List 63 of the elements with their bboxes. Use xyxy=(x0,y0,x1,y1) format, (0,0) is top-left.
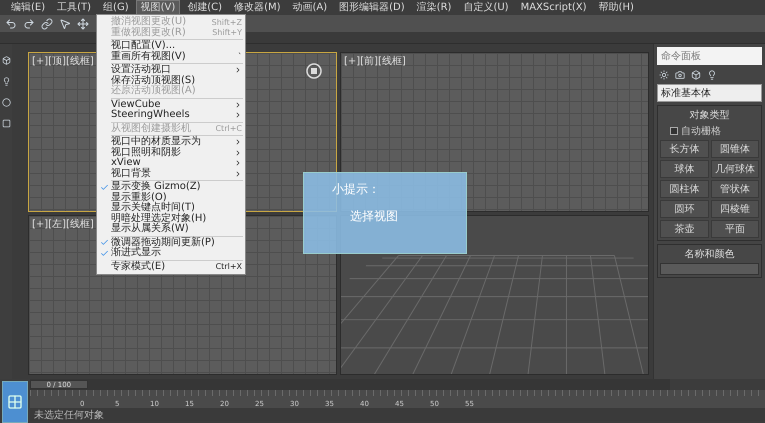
autogrid-label: 自动栅格 xyxy=(681,124,721,138)
viewport-label[interactable]: [+][左][线框] xyxy=(32,217,94,231)
name-field[interactable] xyxy=(660,263,759,275)
menu-entry[interactable]: 设置活动视口 xyxy=(97,65,245,76)
menu-item[interactable]: 帮助(H) xyxy=(594,0,639,16)
menu-entry[interactable]: 保存活动顶视图(S) xyxy=(97,76,245,86)
undo-icon[interactable] xyxy=(4,17,17,30)
primitive-button[interactable]: 茶壶 xyxy=(660,220,708,238)
redo-icon[interactable] xyxy=(22,17,35,30)
menu-entry[interactable]: 视口照明和阴影 xyxy=(97,148,245,158)
menu-entry[interactable]: 微调器拖动期间更新(P) xyxy=(97,238,245,248)
box-icon[interactable] xyxy=(689,68,702,81)
viewport-layout-button[interactable] xyxy=(2,381,28,423)
menu-entry[interactable]: 显示变换 Gizmo(Z) xyxy=(97,182,245,192)
circle-icon[interactable] xyxy=(0,96,12,109)
menu-entry[interactable]: 重画所有视图(V) ` xyxy=(97,52,245,62)
menu-entry[interactable]: xView xyxy=(97,158,245,168)
primitive-button[interactable]: 长方体 xyxy=(660,140,708,158)
menu-item[interactable]: 组(G) xyxy=(98,0,134,16)
menu-entry[interactable]: 渐进式显示 xyxy=(97,248,245,258)
rollout-title[interactable]: 对象类型 xyxy=(660,108,759,122)
menu-item[interactable]: 修改器(M) xyxy=(229,0,286,16)
menu-entry[interactable]: 显示从属关系(W) xyxy=(97,224,245,234)
primitive-button[interactable]: 圆柱体 xyxy=(660,180,708,198)
autogrid-checkbox[interactable] xyxy=(670,127,678,135)
menu-entry[interactable]: SteeringWheels xyxy=(97,110,245,120)
menu-entry[interactable]: 显示重影(O) xyxy=(97,192,245,203)
menu-entry[interactable]: 视口背景 xyxy=(97,168,245,179)
move-icon[interactable] xyxy=(76,17,89,30)
primitive-button[interactable]: 管状体 xyxy=(710,180,759,198)
menu-item[interactable]: 工具(T) xyxy=(52,0,96,16)
primitive-button[interactable]: 四棱锥 xyxy=(710,200,759,218)
category-dropdown[interactable]: 标准基本体 xyxy=(657,84,762,102)
viewport-label[interactable]: [+][顶][线框] xyxy=(32,54,94,68)
link-icon[interactable] xyxy=(40,17,53,30)
menu-item[interactable]: 创建(C) xyxy=(182,0,228,16)
viewport-label[interactable]: [+][前][线框] xyxy=(344,54,406,68)
status-text: 未选定任何对象 xyxy=(34,408,104,422)
menu-item[interactable]: MAXScript(X) xyxy=(516,0,592,16)
square-icon[interactable] xyxy=(0,117,12,130)
menu-entry[interactable]: ViewCube xyxy=(97,100,245,110)
menu-item[interactable]: 编辑(E) xyxy=(6,0,50,16)
menu-entry[interactable]: 明暗处理选定对象(H) xyxy=(97,214,245,224)
grid-icon xyxy=(7,394,23,410)
rollout-title[interactable]: 名称和颜色 xyxy=(660,247,759,261)
box-icon[interactable] xyxy=(0,54,12,67)
menu-entry[interactable]: 视口中的材质显示为 xyxy=(97,137,245,148)
menu-entry[interactable]: 显示关键点时间(T) xyxy=(97,203,245,214)
primitive-button[interactable]: 几何球体 xyxy=(710,160,759,178)
pointer-icon[interactable] xyxy=(58,17,71,30)
menu-item[interactable]: 动画(A) xyxy=(288,0,332,16)
primitive-button[interactable]: 圆环 xyxy=(660,200,708,218)
primitive-button[interactable]: 圆锥体 xyxy=(710,140,759,158)
menu-item[interactable]: 图形编辑器(D) xyxy=(334,0,410,16)
menu-entry[interactable]: 视口配置(V)... xyxy=(97,41,245,52)
primitive-button[interactable]: 平面 xyxy=(710,220,759,238)
primitive-button[interactable]: 球体 xyxy=(660,160,708,178)
panel-title: 命令面板 xyxy=(657,47,762,65)
stop-icon[interactable] xyxy=(306,63,322,79)
menu-entry[interactable]: 专家模式(E) Ctrl+X xyxy=(97,262,245,272)
sun-icon[interactable] xyxy=(657,68,670,81)
menu-item[interactable]: 自定义(U) xyxy=(458,0,514,16)
menu-item[interactable]: 渲染(R) xyxy=(412,0,456,16)
